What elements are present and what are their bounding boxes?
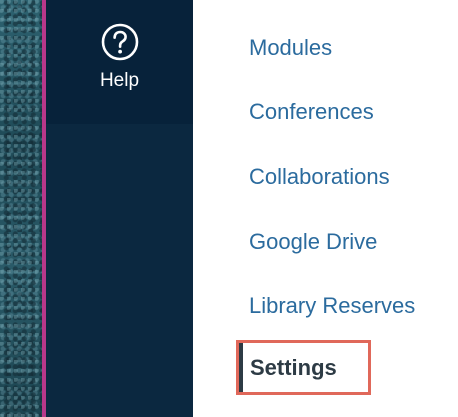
- course-nav-settings[interactable]: Settings: [250, 355, 337, 381]
- course-navigation: Modules Conferences Collaborations Googl…: [193, 0, 458, 417]
- course-nav-library-reserves[interactable]: Library Reserves: [249, 293, 415, 319]
- course-nav-collaborations[interactable]: Collaborations: [249, 164, 390, 190]
- global-navigation: Help: [46, 0, 193, 417]
- active-item-indicator: [239, 343, 243, 392]
- background-texture: [0, 0, 42, 417]
- global-nav-help[interactable]: Help: [46, 0, 193, 124]
- course-nav-conferences[interactable]: Conferences: [249, 99, 374, 125]
- course-nav-modules[interactable]: Modules: [249, 35, 332, 61]
- course-nav-google-drive[interactable]: Google Drive: [249, 229, 377, 255]
- help-label: Help: [99, 70, 140, 91]
- help-question-icon: [101, 23, 138, 61]
- page: Help Modules Conferences Collaborations …: [0, 0, 458, 417]
